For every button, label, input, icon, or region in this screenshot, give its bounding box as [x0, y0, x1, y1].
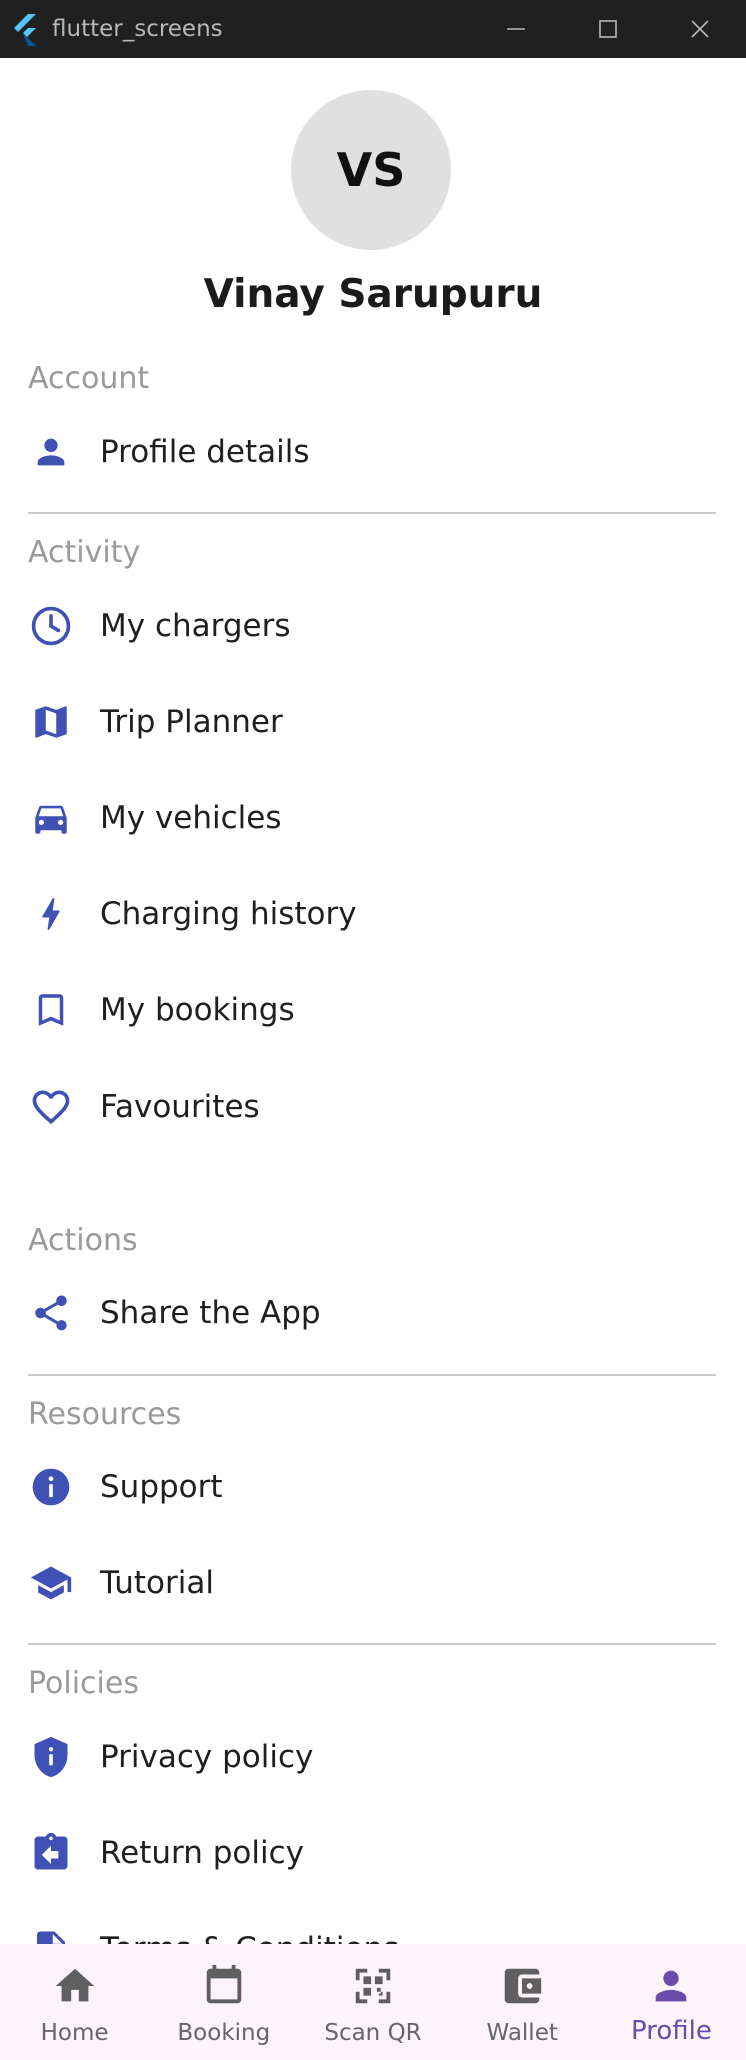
avatar-initials: VS: [336, 143, 406, 197]
section-label-policies: Policies: [28, 1666, 139, 1701]
divider: [28, 1374, 716, 1376]
nav-item-profile[interactable]: Profile: [597, 1944, 746, 2060]
section-label-resources: Resources: [28, 1397, 182, 1432]
menu-item-label: Trip Planner: [100, 704, 283, 740]
menu-item-my-vehicles[interactable]: My vehicles: [0, 778, 746, 858]
qr-code-icon: [349, 1962, 397, 2010]
minimize-button[interactable]: [470, 0, 562, 58]
menu-item-tutorial[interactable]: Tutorial: [0, 1543, 746, 1623]
menu-item-favourites[interactable]: Favourites: [0, 1067, 746, 1147]
menu-item-label: Profile details: [100, 434, 310, 470]
minimize-icon: [507, 28, 525, 30]
section-label-account: Account: [28, 361, 150, 396]
menu-item-label: Privacy policy: [100, 1739, 314, 1775]
window-title: flutter_screens: [52, 16, 223, 42]
close-button[interactable]: [654, 0, 746, 58]
section-label-activity: Activity: [28, 535, 141, 570]
person-icon: [28, 429, 74, 475]
menu-item-label: Tutorial: [100, 1565, 214, 1601]
map-icon: [28, 699, 74, 745]
home-icon: [51, 1962, 99, 2010]
close-icon: [691, 20, 709, 38]
flutter-logo-icon: [14, 14, 36, 46]
avatar[interactable]: VS: [291, 90, 451, 250]
divider: [28, 1643, 716, 1645]
nav-label: Wallet: [486, 2020, 558, 2046]
menu-item-privacy-policy[interactable]: Privacy policy: [0, 1717, 746, 1797]
bottom-navigation: Home Booking Scan QR Wallet Profile: [0, 1944, 746, 2060]
school-icon: [28, 1560, 74, 1606]
assignment-return-icon: [28, 1830, 74, 1876]
car-icon: [28, 795, 74, 841]
menu-item-label: Favourites: [100, 1089, 260, 1125]
menu-item-support[interactable]: Support: [0, 1447, 746, 1527]
menu-item-trip-planner[interactable]: Trip Planner: [0, 682, 746, 762]
calendar-icon: [200, 1962, 248, 2010]
bookmark-icon: [28, 987, 74, 1033]
window-titlebar: flutter_screens: [0, 0, 746, 58]
menu-item-label: Share the App: [100, 1295, 321, 1331]
heart-icon: [28, 1084, 74, 1130]
menu-item-label: Return policy: [100, 1835, 304, 1871]
shield-info-icon: [28, 1734, 74, 1780]
bolt-icon: [28, 891, 74, 937]
menu-item-label: Support: [100, 1469, 223, 1505]
person-icon: [647, 1962, 695, 2010]
maximize-icon: [599, 20, 617, 38]
nav-label: Home: [40, 2020, 109, 2046]
menu-item-label: My bookings: [100, 992, 295, 1028]
info-icon: [28, 1464, 74, 1510]
menu-item-return-policy[interactable]: Return policy: [0, 1813, 746, 1893]
menu-item-label: Charging history: [100, 896, 357, 932]
share-icon: [28, 1290, 74, 1336]
menu-item-share-app[interactable]: Share the App: [0, 1273, 746, 1353]
clock-icon: [28, 603, 74, 649]
wallet-icon: [498, 1962, 546, 2010]
maximize-button[interactable]: [562, 0, 654, 58]
profile-name: Vinay Sarupuru: [203, 272, 543, 317]
nav-item-home[interactable]: Home: [0, 1944, 149, 2060]
nav-label: Scan QR: [324, 2020, 422, 2046]
section-label-actions: Actions: [28, 1223, 138, 1258]
menu-item-label: My vehicles: [100, 800, 282, 836]
nav-item-wallet[interactable]: Wallet: [448, 1944, 597, 2060]
menu-item-my-chargers[interactable]: My chargers: [0, 586, 746, 666]
divider: [28, 512, 716, 514]
menu-item-profile-details[interactable]: Profile details: [0, 412, 746, 492]
menu-item-label: My chargers: [100, 608, 291, 644]
nav-item-booking[interactable]: Booking: [149, 1944, 298, 2060]
menu-item-my-bookings[interactable]: My bookings: [0, 970, 746, 1050]
menu-item-charging-history[interactable]: Charging history: [0, 874, 746, 954]
nav-label: Profile: [630, 2016, 712, 2046]
nav-label: Booking: [177, 2020, 271, 2046]
nav-item-scan-qr[interactable]: Scan QR: [298, 1944, 447, 2060]
